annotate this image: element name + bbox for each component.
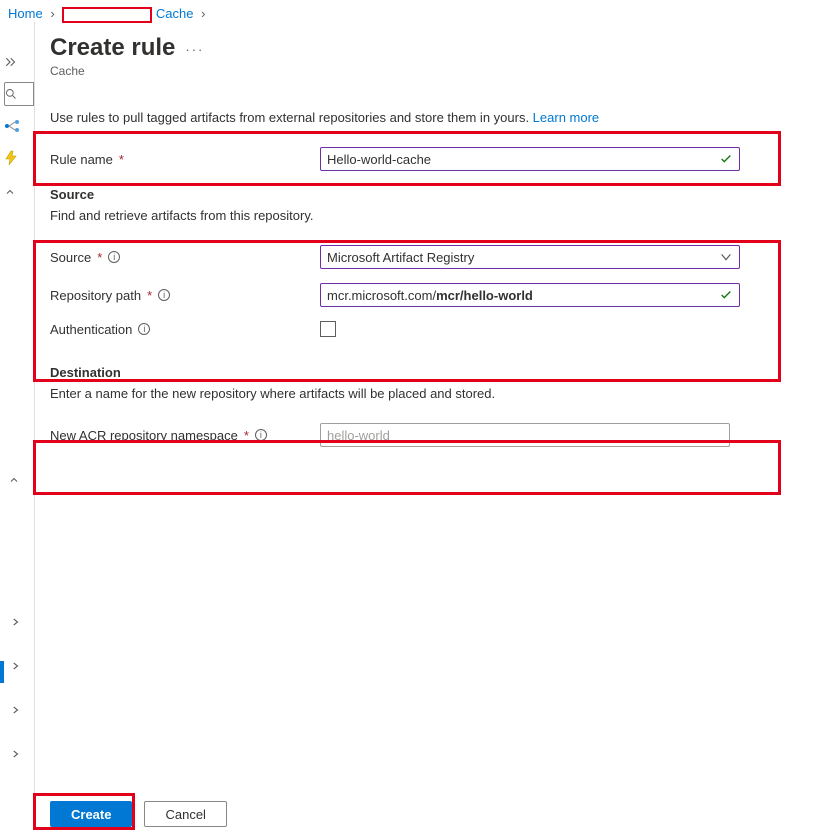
- check-icon: [719, 288, 733, 305]
- required-asterisk: *: [119, 152, 124, 167]
- repo-path-prefix: mcr.microsoft.com/: [327, 288, 436, 303]
- chevron-right-icon: ›: [201, 6, 205, 21]
- collapse-nav-button[interactable]: [4, 50, 34, 74]
- breadcrumb-cache[interactable]: Cache: [156, 6, 194, 21]
- authentication-checkbox[interactable]: [320, 321, 336, 337]
- nav-chevron-a[interactable]: [10, 610, 40, 634]
- destination-description: Enter a name for the new repository wher…: [50, 386, 790, 401]
- nav-item-events[interactable]: [4, 146, 34, 170]
- repo-path-input[interactable]: mcr.microsoft.com/mcr/hello-world: [320, 283, 740, 307]
- info-icon[interactable]: i: [255, 429, 267, 441]
- nav-item-network[interactable]: [4, 114, 34, 138]
- info-icon[interactable]: i: [108, 251, 120, 263]
- source-select[interactable]: Microsoft Artifact Registry: [320, 245, 740, 269]
- check-icon: [719, 152, 733, 169]
- page-subtitle: Cache: [50, 64, 790, 78]
- nav-search-button[interactable]: [4, 82, 34, 106]
- repo-path-label: Repository path: [50, 288, 141, 303]
- chevron-right-icon: ›: [50, 6, 54, 21]
- chevron-down-icon: [719, 250, 733, 267]
- learn-more-link[interactable]: Learn more: [533, 110, 599, 125]
- intro-text-body: Use rules to pull tagged artifacts from …: [50, 110, 533, 125]
- info-icon[interactable]: i: [138, 323, 150, 335]
- authentication-label: Authentication: [50, 322, 132, 337]
- source-label: Source: [50, 250, 91, 265]
- annotation-box-destination: [33, 440, 781, 495]
- source-heading: Source: [50, 187, 790, 202]
- footer-actions: Create Cancel: [50, 801, 227, 827]
- intro-text: Use rules to pull tagged artifacts from …: [50, 110, 790, 125]
- required-asterisk: *: [147, 288, 152, 303]
- rule-name-label: Rule name: [50, 152, 113, 167]
- nav-chevron-b[interactable]: [10, 654, 40, 678]
- rule-name-input[interactable]: Hello-world-cache: [320, 147, 740, 171]
- source-select-value: Microsoft Artifact Registry: [327, 250, 474, 265]
- breadcrumb: Home › Cache ›: [0, 0, 822, 23]
- cancel-button[interactable]: Cancel: [144, 801, 226, 827]
- rule-name-value: Hello-world-cache: [327, 152, 431, 167]
- required-asterisk: *: [97, 250, 102, 265]
- breadcrumb-redacted: [62, 7, 152, 23]
- page-title: Create rule: [50, 34, 175, 62]
- nav-chevron-d[interactable]: [10, 742, 40, 766]
- more-actions-button[interactable]: ···: [185, 42, 204, 57]
- destination-heading: Destination: [50, 365, 790, 380]
- namespace-value: hello-world: [327, 428, 390, 443]
- nav-chevron-c[interactable]: [10, 698, 40, 722]
- breadcrumb-home[interactable]: Home: [8, 6, 43, 21]
- source-description: Find and retrieve artifacts from this re…: [50, 208, 790, 223]
- info-icon[interactable]: i: [158, 289, 170, 301]
- required-asterisk: *: [244, 428, 249, 443]
- create-button[interactable]: Create: [50, 801, 132, 827]
- create-rule-panel: Create rule ··· Cache Use rules to pull …: [50, 28, 790, 447]
- repo-path-bold: mcr/hello-world: [436, 288, 533, 303]
- nav-expand-1[interactable]: [4, 180, 34, 204]
- panel-separator: [34, 22, 35, 822]
- namespace-label: New ACR repository namespace: [50, 428, 238, 443]
- namespace-input[interactable]: hello-world: [320, 423, 730, 447]
- left-nav-rail: [0, 46, 32, 806]
